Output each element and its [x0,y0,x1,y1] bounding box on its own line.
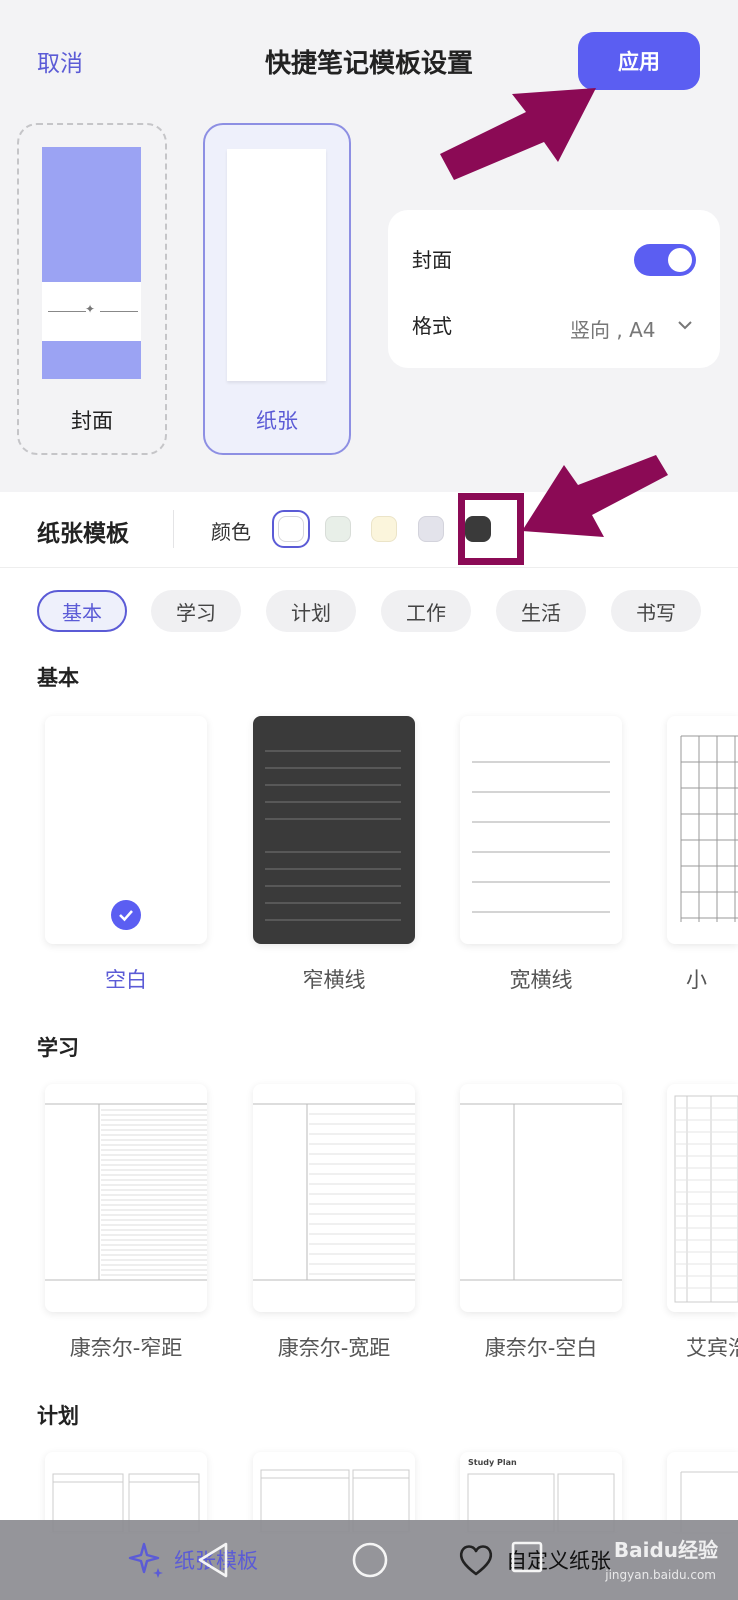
settings-panel: 封面 格式 竖向 , A4 [388,210,720,368]
sparkle-icon: ✦ [85,302,96,316]
tab-writing[interactable]: 书写 [611,590,701,632]
sparkle-icon [128,1542,163,1578]
template-section-title: 纸张模板 [37,521,129,547]
check-icon [111,900,141,930]
format-setting-label: 格式 [412,314,452,338]
recent-apps-icon[interactable] [510,1540,544,1574]
template-label-small-grid: 小 [686,968,707,992]
heart-icon [459,1545,493,1576]
color-swatch-white[interactable] [278,516,304,542]
section-title-plan: 计划 [37,1404,79,1428]
color-swatch-yellow[interactable] [371,516,397,542]
template-cornell-narrow[interactable] [45,1084,207,1312]
cover-preview-bottom [42,341,141,379]
back-icon[interactable] [196,1540,230,1580]
cover-card-label: 封面 [71,409,113,433]
tab-work[interactable]: 工作 [381,590,471,632]
section-title-basic: 基本 [37,666,79,690]
template-ebbinghaus[interactable] [667,1084,738,1312]
tab-life[interactable]: 生活 [496,590,586,632]
cover-toggle[interactable] [634,244,696,276]
tab-plan[interactable]: 计划 [266,590,356,632]
color-swatch-green[interactable] [325,516,351,542]
paper-card-label: 纸张 [256,409,298,433]
tab-study[interactable]: 学习 [151,590,241,632]
template-cornell-blank[interactable] [460,1084,622,1312]
wide-lines-pattern [472,761,610,913]
color-label: 颜色 [211,520,251,544]
nav-paper-templates[interactable]: 纸张模板 [126,1540,258,1580]
watermark-url: jingyan.baidu.com [605,1568,716,1582]
section-title-study: 学习 [37,1036,79,1060]
narrow-lines-pattern [265,750,401,921]
tab-basic[interactable]: 基本 [37,590,127,632]
template-label-narrow-lines: 窄横线 [302,968,366,992]
cover-divider [100,311,138,312]
paper-card[interactable]: 纸张 [203,123,351,455]
cover-preview-top [42,147,141,282]
template-narrow-lines[interactable] [253,716,415,944]
cover-card[interactable]: ✦ 封面 [17,123,167,455]
cornell-narrow-pattern [45,1103,207,1281]
template-label-cornell-wide: 康奈尔-宽距 [277,1336,391,1360]
ebbinghaus-pattern [674,1095,738,1303]
template-label-cornell-blank: 康奈尔-空白 [484,1336,598,1360]
color-swatch-gray[interactable] [418,516,444,542]
home-icon[interactable] [350,1540,390,1580]
top-settings-area: 取消 快捷笔记模板设置 应用 ✦ 封面 纸张 封面 格式 竖向 , A4 [0,0,738,492]
annotation-highlight-box [458,493,524,565]
toggle-knob [668,248,692,272]
format-dropdown[interactable]: 竖向 , A4 [570,314,655,343]
bottom-navigation-bar: 纸张模板 自定义纸张 Baidu经验 jingyan.baidu.com [0,1520,738,1600]
template-label-ebbinghaus: 艾宾浩 [686,1336,738,1360]
cover-preview: ✦ [42,147,141,379]
template-wide-lines[interactable] [460,716,622,944]
watermark-logo: Baidu经验 [613,1538,718,1562]
cornell-blank-pattern [460,1103,622,1281]
cover-setting-label: 封面 [412,248,452,272]
template-label-cornell-narrow: 康奈尔-窄距 [69,1336,183,1360]
template-bar: 纸张模板 颜色 [0,492,738,568]
template-label-wide-lines: 宽横线 [509,968,573,992]
template-cornell-wide[interactable] [253,1084,415,1312]
apply-button[interactable]: 应用 [578,32,700,90]
template-small-grid[interactable] [667,716,738,944]
template-blank[interactable] [45,716,207,944]
divider [173,510,174,548]
paper-preview [227,149,326,381]
cornell-wide-pattern [253,1103,415,1281]
grid-pattern [680,735,738,922]
chevron-down-icon[interactable] [678,318,692,332]
cover-divider [48,311,86,312]
template-label-blank: 空白 [105,968,147,992]
category-tabs: 基本 学习 计划 工作 生活 书写 [0,590,738,636]
